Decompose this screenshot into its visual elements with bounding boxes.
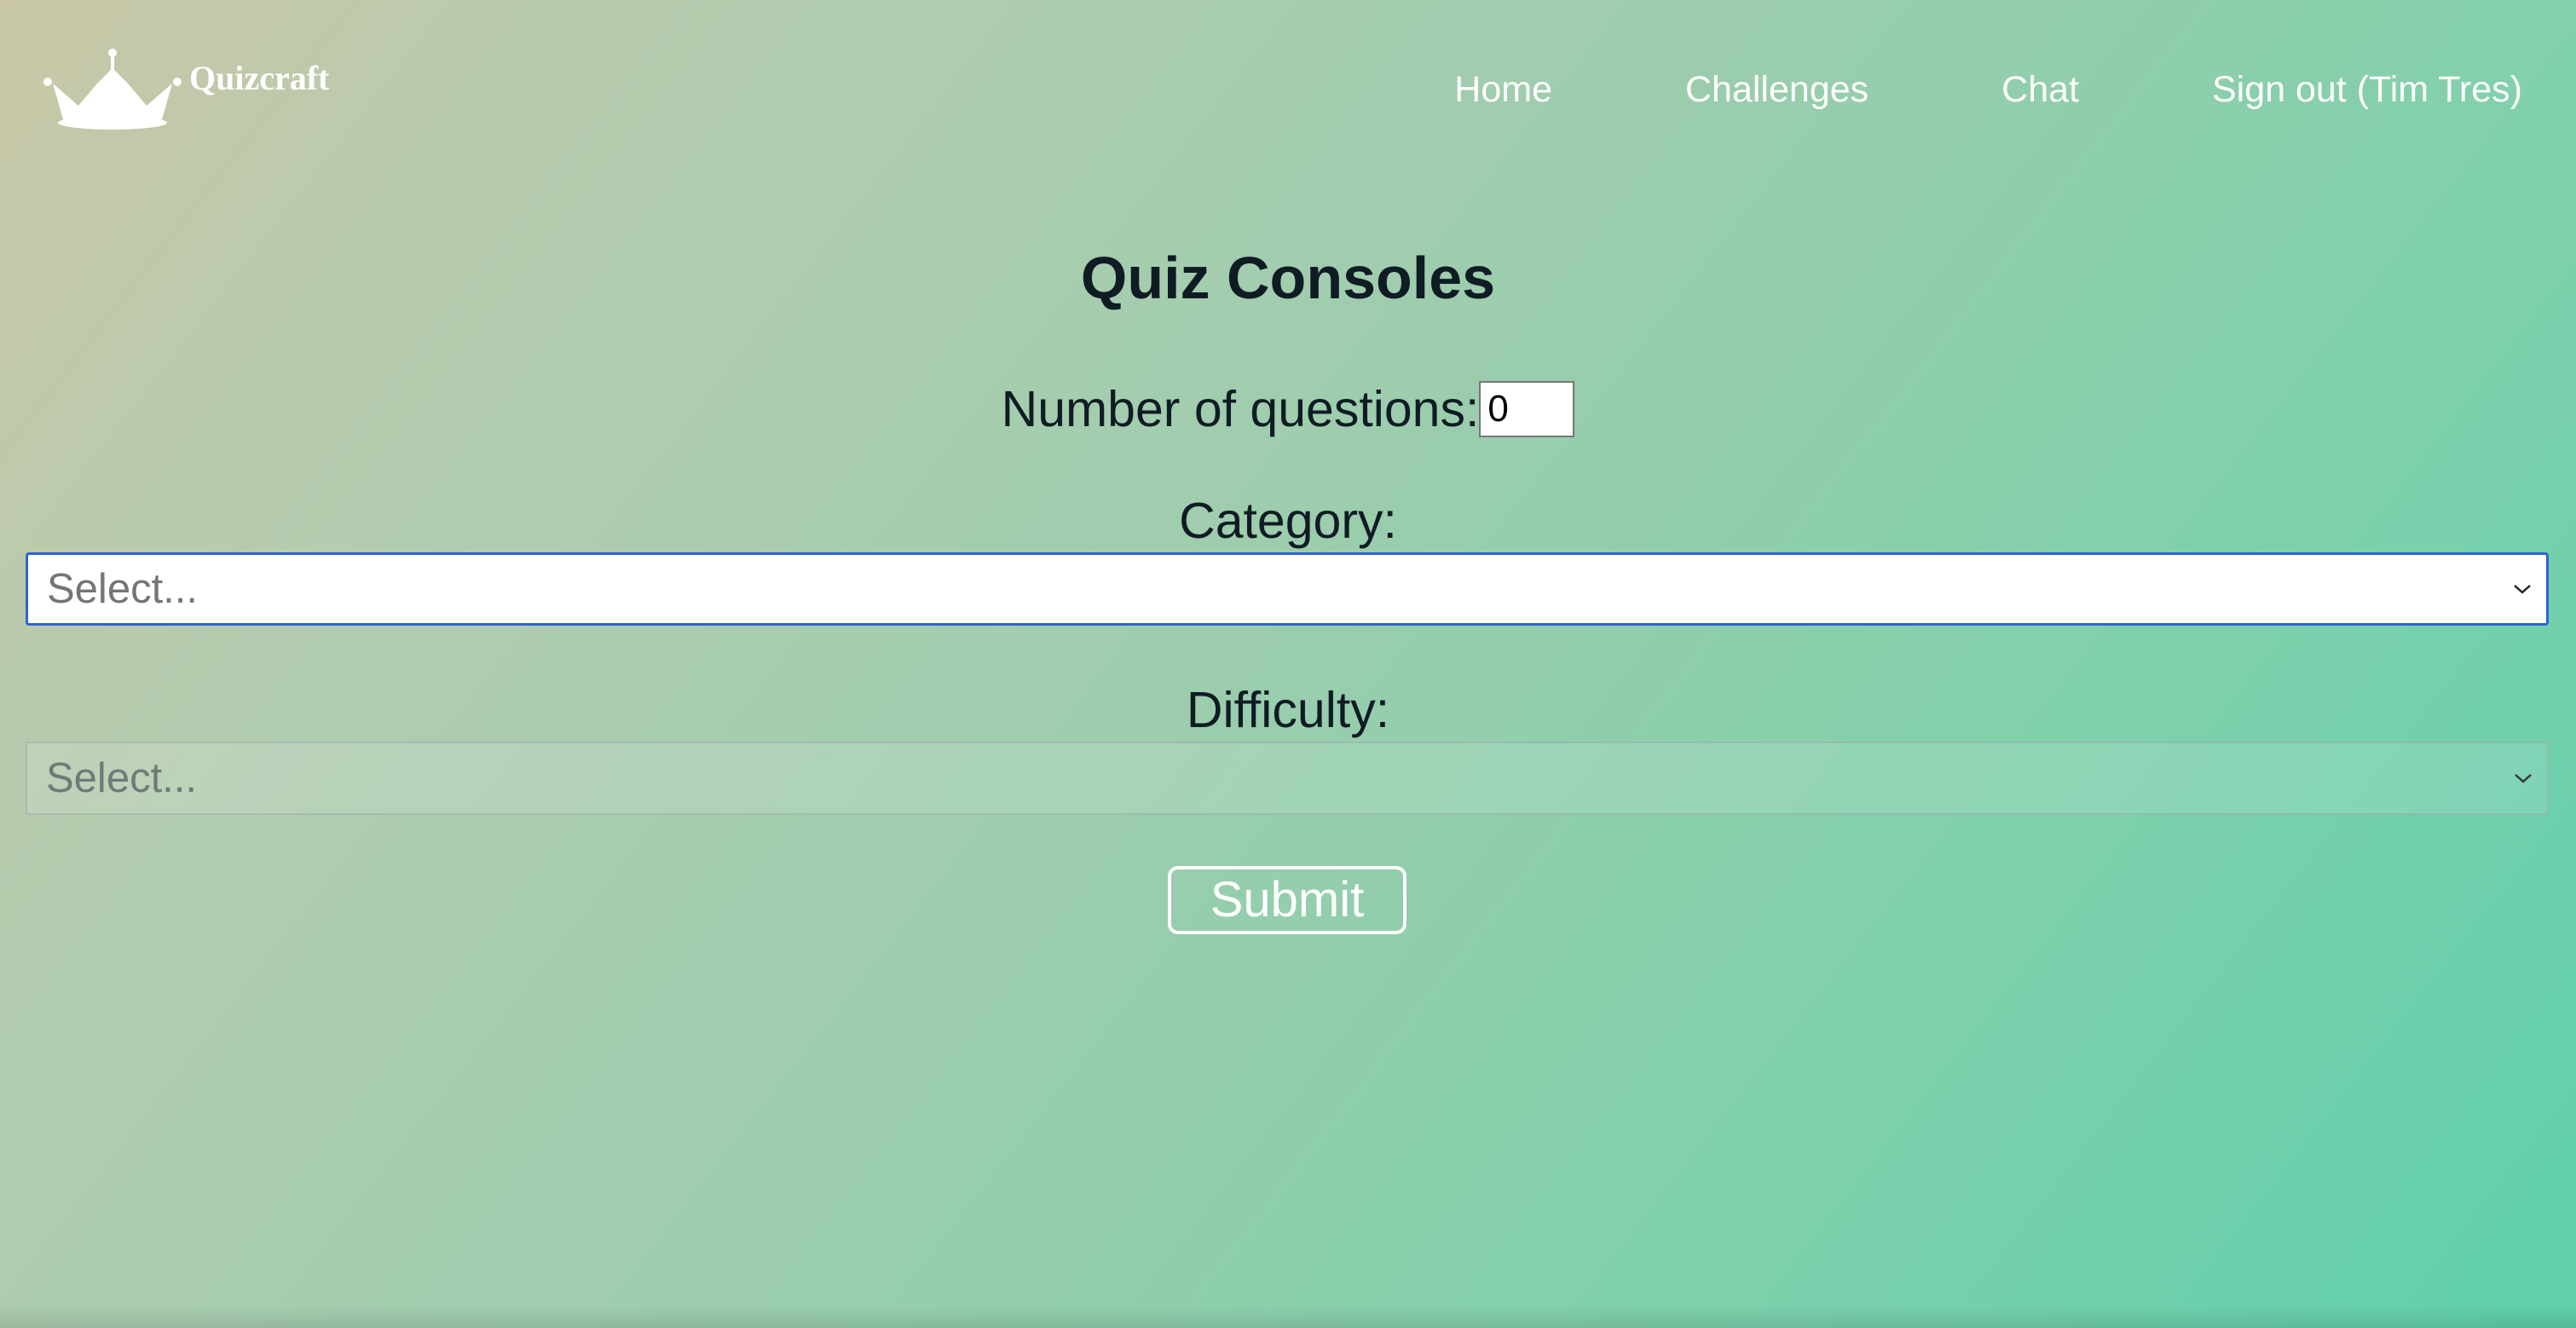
nav-chat-link[interactable]: Chat [2001,65,2079,114]
num-questions-label: Number of questions: [1001,381,1480,437]
category-select-placeholder: Select... [47,566,199,612]
chevron-down-icon [2515,774,2532,783]
bottom-edge-shadow [0,1306,2576,1328]
main-nav: Home Challenges Chat Sign out (Tim Tres) [1454,65,2522,114]
nav-challenges-link[interactable]: Challenges [1685,65,1868,114]
category-select[interactable]: Select... [26,552,2549,626]
chevron-down-icon [2514,585,2531,594]
brand-logo[interactable]: Quizcraft [38,46,329,131]
nav-sign-out-link[interactable]: Sign out (Tim Tres) [2212,65,2522,114]
num-questions-input[interactable]: 0 [1479,381,1575,437]
submit-button[interactable]: Submit [1168,866,1406,934]
difficulty-select[interactable]: Select... [26,742,2549,815]
crown-icon [43,49,182,130]
brand-name: Quizcraft [189,58,330,97]
difficulty-label: Difficulty: [1186,682,1390,738]
difficulty-select-placeholder: Select... [46,755,198,801]
nav-home-link[interactable]: Home [1454,65,1552,114]
num-questions-row: Number of questions: 0 [0,378,2576,440]
category-label: Category: [1179,493,1397,549]
page-title: Quiz Consoles [1080,245,1496,311]
